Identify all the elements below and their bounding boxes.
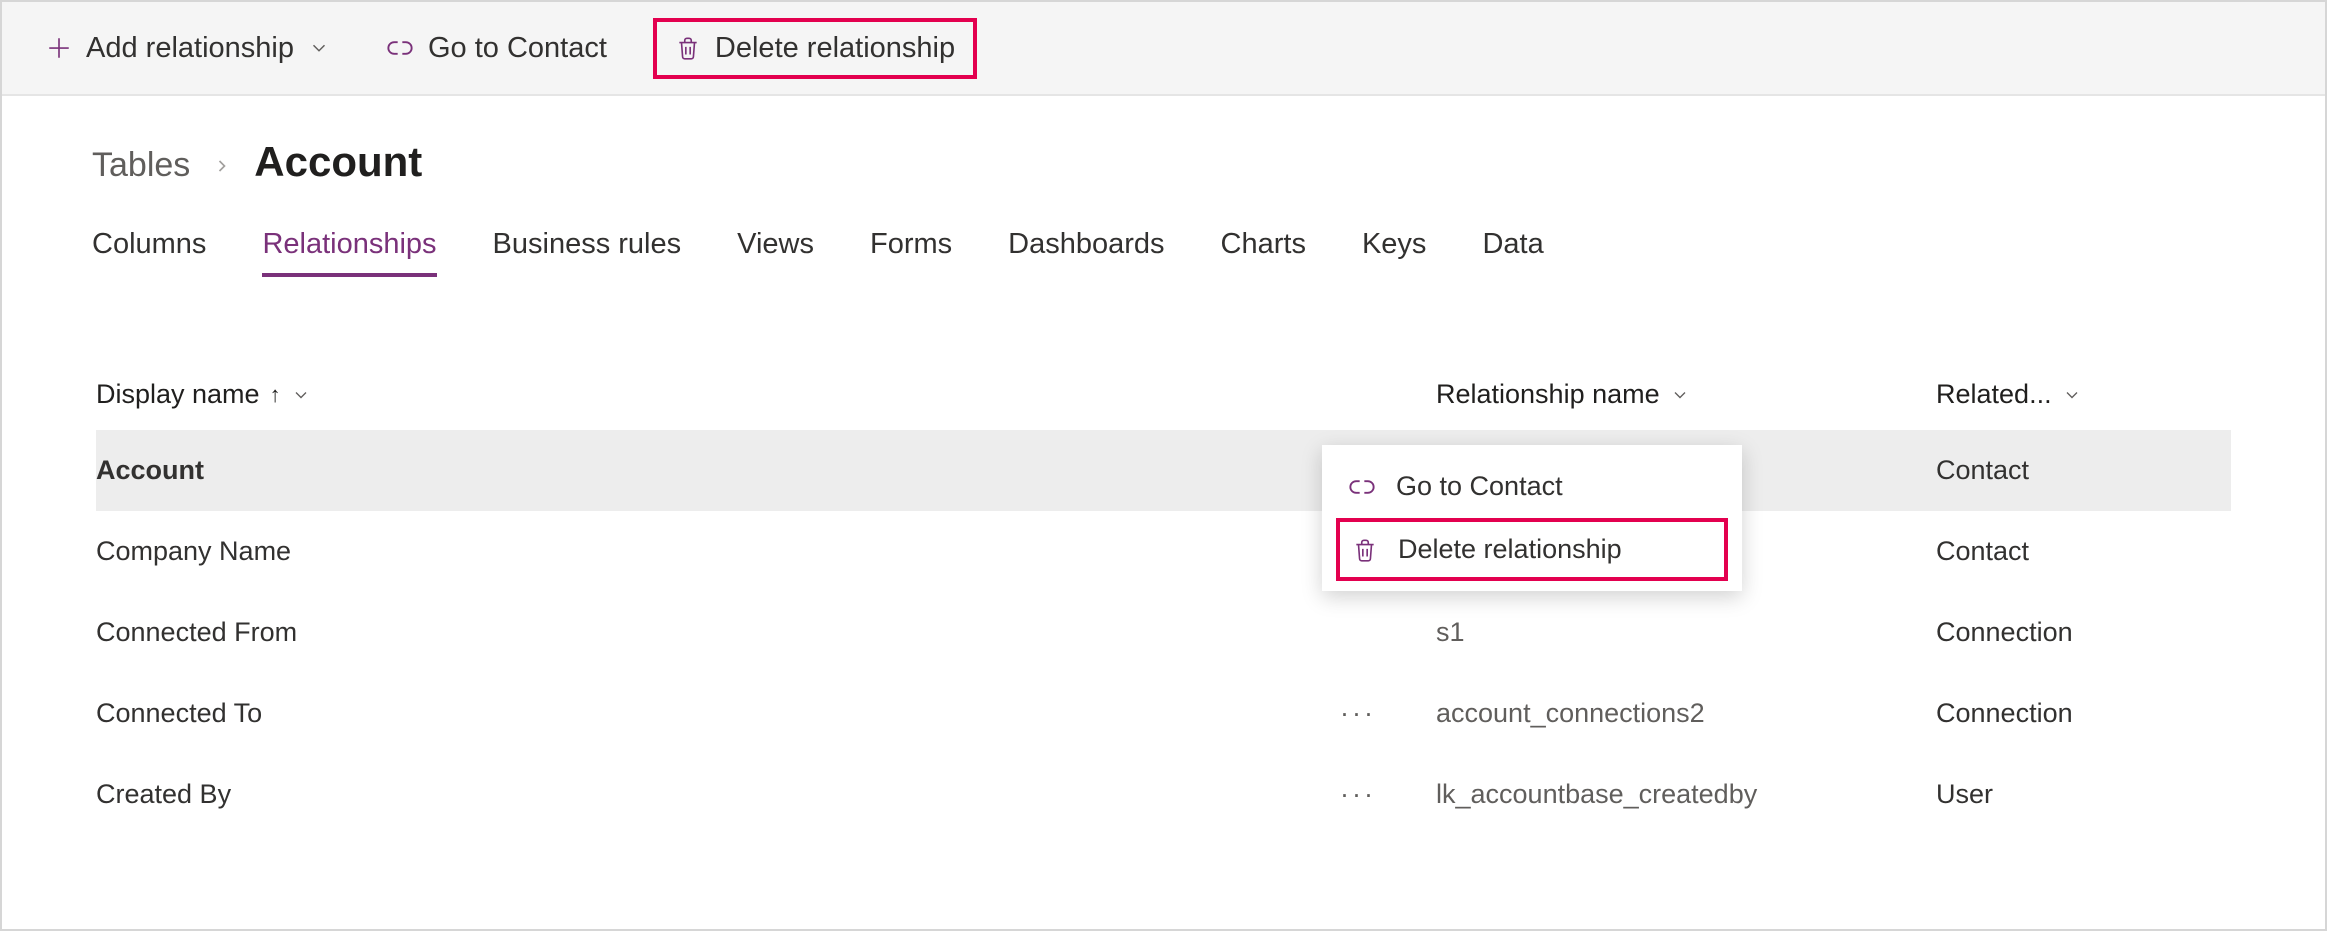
table-body: Account ··· cr25d_Account_Contact Contac… [96, 430, 2231, 835]
column-header-relationship-name[interactable]: Relationship name [1436, 379, 1936, 410]
cell-related: Contact [1936, 455, 2231, 486]
cell-related: User [1936, 779, 2231, 810]
tab-business-rules[interactable]: Business rules [493, 228, 682, 277]
row-more-icon[interactable]: ··· [1340, 698, 1376, 729]
trash-icon [1352, 537, 1378, 563]
table-row[interactable]: Created By ··· lk_accountbase_createdby … [96, 754, 2231, 835]
breadcrumb: Tables Account [2, 96, 2325, 186]
chevron-down-icon [2062, 385, 2082, 405]
table-row[interactable]: Connected From ··· s1 Connection [96, 592, 2231, 673]
column-header-display-name[interactable]: Display name ↑ [96, 379, 1436, 410]
menu-item-label: Go to Contact [1396, 471, 1563, 502]
delete-relationship-button[interactable]: Delete relationship [653, 18, 977, 79]
context-menu: Go to Contact Delete relationship [1322, 445, 1742, 591]
tab-views[interactable]: Views [737, 228, 814, 277]
tab-columns[interactable]: Columns [92, 228, 206, 277]
table-header: Display name ↑ Relationship name Related… [96, 379, 2231, 430]
breadcrumb-current: Account [254, 138, 422, 186]
row-more-icon[interactable]: ··· [1340, 779, 1376, 810]
cell-display: Created By [96, 779, 231, 810]
cell-display: Connected To [96, 698, 262, 729]
command-bar: Add relationship Go to Contact Delete re… [2, 2, 2325, 96]
cell-related: Contact [1936, 536, 2231, 567]
tab-relationships[interactable]: Relationships [262, 228, 436, 277]
column-header-label: Relationship name [1436, 379, 1660, 410]
cell-related: Connection [1936, 617, 2231, 648]
cell-related: Connection [1936, 698, 2231, 729]
tab-dashboards[interactable]: Dashboards [1008, 228, 1164, 277]
cell-display: Account [96, 455, 204, 486]
relationships-table: Display name ↑ Relationship name Related… [2, 279, 2325, 835]
chevron-down-icon [291, 385, 311, 405]
tab-keys[interactable]: Keys [1362, 228, 1426, 277]
trash-icon [675, 35, 701, 61]
cell-relname: s1 [1436, 617, 1936, 648]
column-header-related[interactable]: Related... [1936, 379, 2231, 410]
chevron-right-icon [212, 156, 232, 176]
tab-charts[interactable]: Charts [1221, 228, 1306, 277]
tab-data[interactable]: Data [1482, 228, 1543, 277]
go-to-contact-button[interactable]: Go to Contact [376, 24, 617, 73]
table-row[interactable]: Connected To ··· account_connections2 Co… [96, 673, 2231, 754]
context-go-to-contact[interactable]: Go to Contact [1322, 455, 1742, 518]
table-row[interactable]: Company Name ··· ccounts Contact [96, 511, 2231, 592]
breadcrumb-root[interactable]: Tables [92, 146, 190, 185]
cell-display: Company Name [96, 536, 291, 567]
table-row[interactable]: Account ··· cr25d_Account_Contact Contac… [96, 430, 2231, 511]
cell-relname: account_connections2 [1436, 698, 1936, 729]
delete-relationship-label: Delete relationship [715, 32, 955, 65]
chevron-down-icon [308, 37, 330, 59]
link-icon [1348, 473, 1376, 501]
column-header-label: Related... [1936, 379, 2052, 410]
add-relationship-button[interactable]: Add relationship [36, 24, 340, 73]
add-relationship-label: Add relationship [86, 32, 294, 65]
column-header-label: Display name [96, 379, 260, 410]
menu-item-label: Delete relationship [1398, 534, 1622, 565]
cell-relname: lk_accountbase_createdby [1436, 779, 1936, 810]
context-delete-relationship[interactable]: Delete relationship [1336, 518, 1728, 581]
tabs: Columns Relationships Business rules Vie… [2, 186, 2325, 279]
sort-ascending-icon: ↑ [270, 382, 281, 408]
plus-icon [46, 35, 72, 61]
cell-display: Connected From [96, 617, 297, 648]
go-to-contact-label: Go to Contact [428, 32, 607, 65]
link-icon [386, 34, 414, 62]
chevron-down-icon [1670, 385, 1690, 405]
tab-forms[interactable]: Forms [870, 228, 952, 277]
